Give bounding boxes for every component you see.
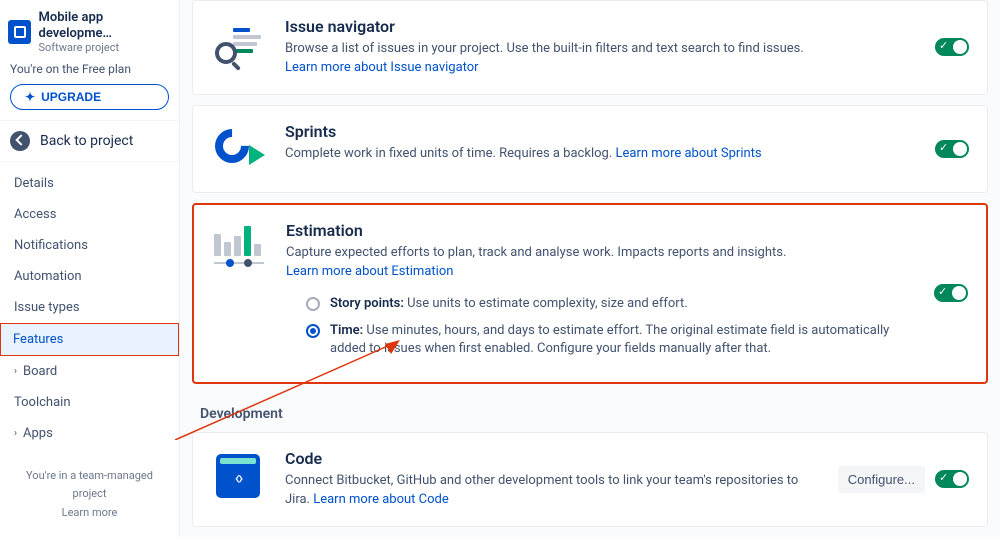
feature-title: Issue navigator xyxy=(285,17,915,36)
upgrade-label: UPGRADE xyxy=(41,90,101,104)
project-subtitle: Software project xyxy=(39,41,172,54)
option-text: Use units to estimate complexity, size a… xyxy=(404,296,688,311)
nav-automation[interactable]: Automation xyxy=(0,261,179,292)
feature-title: Sprints xyxy=(285,122,915,141)
feature-estimation: Estimation Capture expected efforts to p… xyxy=(192,203,988,384)
option-label: Time: xyxy=(330,323,363,338)
estimation-options: Story points: Use units to estimate comp… xyxy=(286,295,914,358)
feature-toggle[interactable] xyxy=(935,470,969,488)
feature-link[interactable]: Learn more about Issue navigator xyxy=(285,60,479,75)
nav-access[interactable]: Access xyxy=(0,199,179,230)
features-panel: Issue navigator Browse a list of issues … xyxy=(180,0,1000,537)
estimation-icon xyxy=(212,221,266,275)
back-to-project[interactable]: Back to project xyxy=(0,120,179,162)
back-arrow-icon xyxy=(10,131,30,151)
sidebar-footer-text: You're in a team-managed project xyxy=(26,469,153,500)
upgrade-icon: ✦ xyxy=(25,90,35,104)
feature-link[interactable]: Learn more about Code xyxy=(313,492,449,507)
feature-title: Code xyxy=(285,449,818,468)
project-icon xyxy=(8,20,31,44)
feature-desc: Complete work in fixed units of time. Re… xyxy=(285,146,615,161)
upgrade-button[interactable]: ✦ UPGRADE xyxy=(10,84,169,110)
nav-apps[interactable]: › Apps xyxy=(0,418,179,449)
feature-toggle[interactable] xyxy=(935,38,969,56)
feature-issue-navigator: Issue navigator Browse a list of issues … xyxy=(192,0,988,95)
nav-board[interactable]: › Board xyxy=(0,356,179,387)
feature-link[interactable]: Learn more about Estimation xyxy=(286,264,453,279)
nav-toolchain[interactable]: Toolchain xyxy=(0,387,179,418)
nav-apps-label: Apps xyxy=(23,426,53,441)
sidebar-footer: You're in a team-managed project Learn m… xyxy=(0,455,179,542)
nav-details[interactable]: Details xyxy=(0,168,179,199)
feature-toggle[interactable] xyxy=(934,284,968,302)
settings-nav: Details Access Notifications Automation … xyxy=(0,162,179,455)
nav-board-label: Board xyxy=(23,364,57,379)
feature-code: Code Connect Bitbucket, GitHub and other… xyxy=(192,432,988,527)
plan-note: You're on the Free plan xyxy=(0,60,179,78)
radio-checked-icon xyxy=(306,324,320,338)
project-header[interactable]: Mobile app developme… Software project xyxy=(0,0,179,60)
estimation-option-time[interactable]: Time: Use minutes, hours, and days to es… xyxy=(306,322,914,358)
sidebar-footer-link[interactable]: Learn more xyxy=(14,504,165,522)
feature-title: Estimation xyxy=(286,221,914,240)
nav-issue-types[interactable]: Issue types xyxy=(0,292,179,323)
project-title: Mobile app developme… xyxy=(39,10,172,41)
chevron-right-icon: › xyxy=(14,366,17,377)
radio-unchecked-icon xyxy=(306,297,320,311)
sprints-icon xyxy=(211,122,265,176)
back-label: Back to project xyxy=(40,133,133,149)
option-label: Story points: xyxy=(330,296,404,311)
feature-toggle[interactable] xyxy=(935,140,969,158)
feature-desc: Browse a list of issues in your project.… xyxy=(285,41,804,56)
code-icon xyxy=(211,449,265,503)
option-text: Use minutes, hours, and days to estimate… xyxy=(330,323,889,356)
chevron-right-icon: › xyxy=(14,428,17,439)
nav-features[interactable]: Features xyxy=(0,323,179,356)
estimation-option-story-points[interactable]: Story points: Use units to estimate comp… xyxy=(306,295,914,313)
section-development: Development xyxy=(192,406,988,422)
issue-navigator-icon xyxy=(211,17,265,71)
feature-link[interactable]: Learn more about Sprints xyxy=(615,146,761,161)
project-sidebar: Mobile app developme… Software project Y… xyxy=(0,0,180,537)
nav-notifications[interactable]: Notifications xyxy=(0,230,179,261)
feature-desc: Capture expected efforts to plan, track … xyxy=(286,245,786,260)
feature-sprints: Sprints Complete work in fixed units of … xyxy=(192,105,988,193)
configure-button[interactable]: Configure... xyxy=(838,466,925,493)
